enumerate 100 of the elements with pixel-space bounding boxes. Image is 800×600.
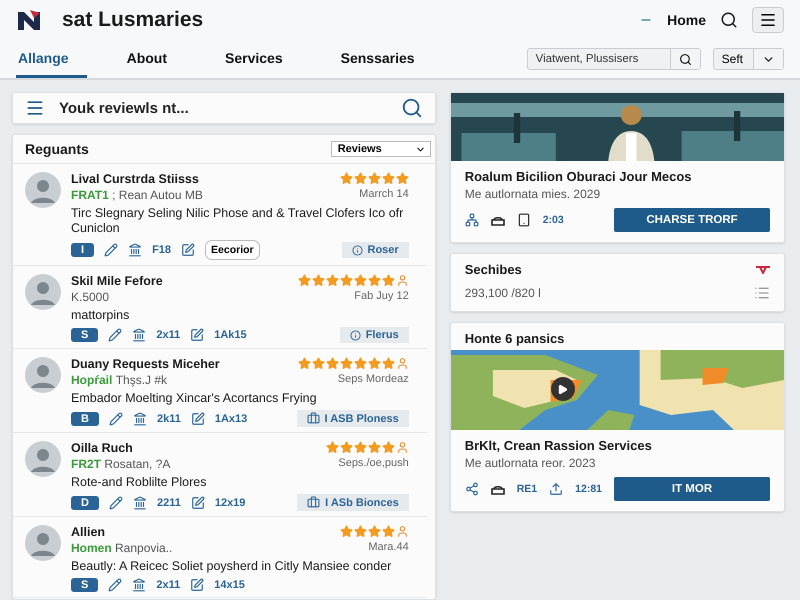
star-icon — [326, 441, 339, 454]
reviewer-meta: Hopŕail Thşs.J #k — [71, 373, 168, 387]
edit-icon[interactable] — [190, 496, 205, 510]
filter-field[interactable]: Viatwent, Plussisers — [526, 48, 701, 70]
reviewer-meta: K.5000 — [71, 290, 110, 304]
card-subtitle: Me autlornata reor. 2023 — [464, 456, 596, 470]
nav-tab[interactable]: Services — [207, 40, 301, 78]
reviewer-meta: FR2T Rosatan, ?A — [71, 457, 170, 471]
card-title: Honte 6 pansics — [464, 331, 564, 346]
review-date: Seps Mordeaz — [338, 373, 409, 385]
star-icon — [326, 274, 339, 287]
reviewer-name: Skil Mile Fefore — [71, 274, 163, 288]
tag-chip[interactable]: I — [71, 243, 94, 257]
tag-label: Flerus — [366, 329, 399, 341]
device-icon[interactable] — [516, 213, 531, 227]
reviewer-name: Allien — [71, 525, 106, 539]
search-button[interactable] — [670, 49, 700, 69]
edit-icon[interactable] — [190, 412, 205, 426]
pencil-icon[interactable] — [108, 328, 122, 342]
upload-icon[interactable] — [549, 482, 564, 496]
search-icon[interactable] — [400, 97, 423, 119]
panel-title: Reguants — [25, 141, 89, 157]
tray-icon[interactable] — [490, 214, 505, 226]
pencil-icon[interactable] — [108, 496, 123, 510]
star-icon — [298, 357, 311, 370]
duration-text: 2:03 — [542, 214, 564, 226]
sort-dropdown[interactable]: Reviews — [330, 141, 431, 157]
pencil-icon[interactable] — [104, 243, 118, 257]
star-icon — [368, 441, 381, 454]
nav-tab[interactable]: About — [108, 40, 186, 78]
star-icon — [382, 441, 395, 454]
review-date: Marrch 14 — [359, 188, 409, 200]
edit-icon[interactable] — [190, 578, 204, 592]
bank-icon — [132, 496, 147, 510]
star-icon — [396, 172, 409, 185]
bank-icon — [128, 243, 142, 257]
star-icon — [326, 357, 339, 370]
star-icon — [368, 357, 381, 370]
card-title: BrKlt, Crean Rassion Services — [464, 438, 653, 453]
nav-tab[interactable]: Allange — [16, 40, 87, 78]
review-date: Fab Juy 12 — [354, 290, 409, 302]
star-icon — [340, 357, 353, 370]
tag-chip[interactable]: S — [71, 578, 98, 592]
star-icon — [354, 357, 367, 370]
tag-label: I ASB Ploness — [324, 412, 399, 424]
pencil-icon[interactable] — [108, 412, 123, 426]
star-icon — [368, 525, 381, 538]
list-icon[interactable] — [754, 285, 770, 301]
stat-text: 2k11 — [156, 412, 181, 424]
edit-icon[interactable] — [181, 243, 196, 257]
star-icon — [382, 525, 395, 538]
tag-chip[interactable]: B — [71, 412, 99, 426]
reviewer-meta: Homen Ranpovia.. — [71, 541, 172, 555]
avatar — [25, 172, 61, 208]
search-placeholder: Youk reviewls nt... — [59, 100, 190, 116]
review-text: Tirc Slegnary Seling Nilic Phose and & Travel Clofers Ico ofr Cuniclon — [71, 206, 404, 236]
review-date: Mara.44 — [368, 541, 409, 553]
star-icon — [340, 172, 353, 185]
tag-label: Roser — [368, 244, 399, 256]
reviewer-name: Oilla Ruch — [71, 441, 133, 455]
menu-button[interactable] — [752, 7, 784, 33]
star-icon — [340, 441, 353, 454]
filter-icon[interactable] — [756, 266, 770, 274]
edit-icon[interactable] — [190, 328, 204, 342]
search-icon — [678, 52, 692, 66]
card-title: Sechibes — [464, 262, 522, 277]
home-link[interactable]: Home — [667, 12, 706, 28]
bank-icon — [132, 412, 147, 426]
tag-chip[interactable]: D — [71, 496, 99, 510]
reviewer-meta: FRAT1 ; Rean Autou MB — [71, 188, 203, 202]
tray-icon[interactable] — [490, 483, 505, 495]
briefcase-icon — [306, 412, 320, 425]
info-icon — [350, 330, 361, 340]
star-icon — [298, 274, 311, 287]
share-icon[interactable] — [464, 482, 479, 496]
reviewer-name: Lival Curstrda Stiisss — [71, 172, 199, 186]
review-text: mattorpins — [71, 308, 130, 323]
star-icon — [340, 525, 353, 538]
menu-icon — [759, 11, 777, 29]
star-icon — [354, 172, 367, 185]
network-icon[interactable] — [464, 213, 479, 227]
star-icon — [354, 441, 367, 454]
action-button[interactable]: Eecorior — [205, 240, 260, 260]
stat-text: 2x11 — [156, 579, 180, 591]
search-bar[interactable]: Youk reviewls nt... — [12, 92, 436, 124]
primary-button[interactable]: CHARSE TRORF — [614, 208, 770, 232]
brand-name: sat Lusmaries — [62, 8, 204, 32]
star-icon — [382, 172, 395, 185]
primary-button[interactable]: IT MOR — [614, 477, 770, 501]
star-icon — [368, 274, 381, 287]
briefcase-icon — [307, 496, 320, 509]
bank-icon — [132, 328, 146, 342]
select-dropdown[interactable]: Seft — [712, 48, 784, 70]
search-icon[interactable] — [720, 11, 738, 29]
code-text: RE1 — [516, 483, 538, 495]
pencil-icon[interactable] — [108, 578, 122, 592]
avatar — [25, 357, 61, 393]
nav-tab[interactable]: Senssaries — [322, 40, 433, 78]
stat-text: 12x19 — [214, 496, 246, 508]
tag-chip[interactable]: S — [71, 328, 98, 342]
